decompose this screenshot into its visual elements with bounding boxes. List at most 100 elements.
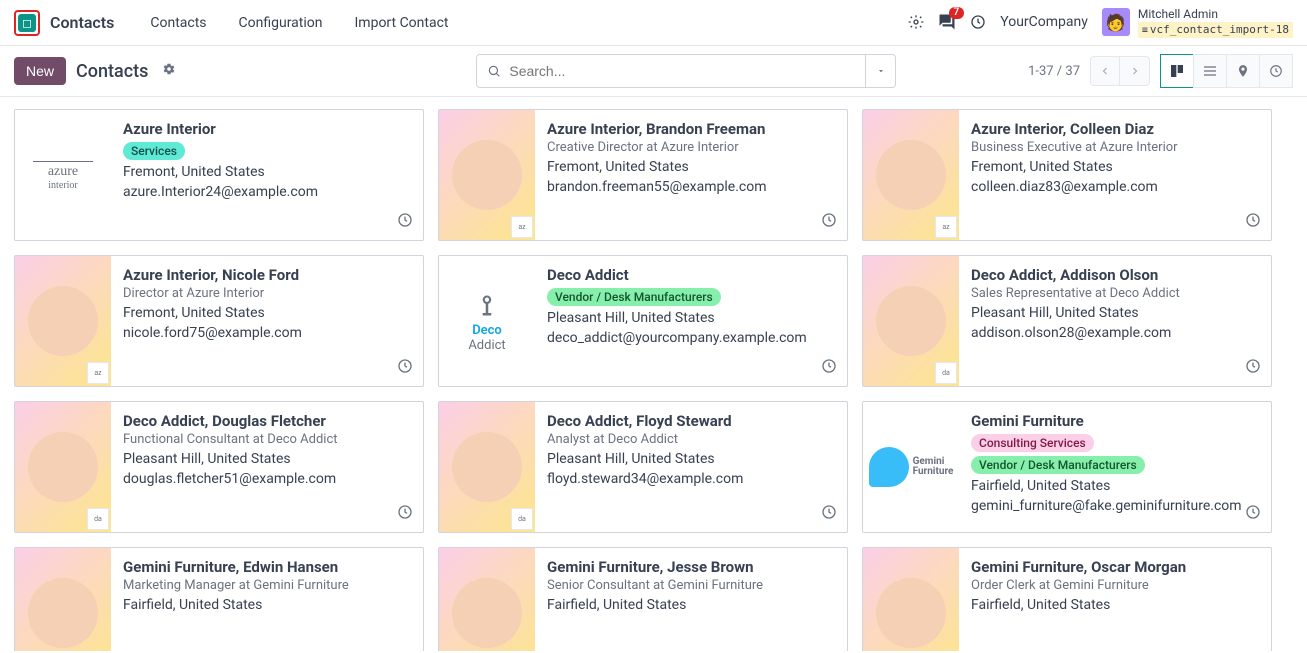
contact-email: gemini_furniture@fake.geminifurniture.co… — [971, 498, 1259, 514]
new-button[interactable]: New — [14, 57, 66, 85]
activity-clock-icon[interactable] — [397, 504, 413, 524]
contact-body: Azure Interior, Nicole FordDirector at A… — [111, 256, 423, 386]
search-options-toggle[interactable] — [866, 54, 896, 88]
contact-body: Gemini Furniture, Edwin HansenMarketing … — [111, 548, 423, 651]
contact-location: Fremont, United States — [123, 164, 411, 180]
contact-subtitle: Functional Consultant at Deco Addict — [123, 432, 411, 447]
contact-card[interactable]: azAzure Interior, Colleen DiazBusiness E… — [862, 109, 1272, 241]
activity-clock-icon[interactable] — [1245, 650, 1261, 651]
contact-card[interactable]: gfGemini Furniture, Oscar MorganOrder Cl… — [862, 547, 1272, 651]
debug-icon[interactable] — [908, 14, 924, 30]
user-avatar: 🧑 — [1102, 8, 1130, 36]
pager-text[interactable]: 1-37 / 37 — [1028, 64, 1080, 79]
contact-location: Fairfield, United States — [123, 597, 411, 613]
contact-location: Pleasant Hill, United States — [547, 451, 835, 467]
view-settings-icon[interactable] — [162, 62, 176, 80]
contact-card[interactable]: gfGemini Furniture, Edwin HansenMarketin… — [14, 547, 424, 651]
activity-clock-icon[interactable] — [1245, 358, 1261, 378]
activity-clock-icon[interactable] — [821, 212, 837, 232]
activity-clock-icon[interactable] — [1245, 504, 1261, 524]
activity-clock-icon[interactable] — [821, 358, 837, 378]
messages-badge: 7 — [949, 7, 965, 19]
contact-image: da — [863, 256, 959, 386]
contact-body: Deco Addict, Addison Olson Sales Represen… — [959, 256, 1271, 386]
nav-configuration[interactable]: Configuration — [225, 5, 337, 41]
breadcrumb: Contacts — [76, 61, 148, 82]
pager-next-button[interactable] — [1120, 56, 1150, 86]
chevron-left-icon — [1099, 65, 1111, 77]
contact-subtitle: Sales Representative at Deco Addict — [971, 286, 1259, 301]
user-menu[interactable]: 🧑 Mitchell Admin vcf_contact_import-18 — [1102, 7, 1293, 37]
contact-card[interactable]: daDeco Addict, Floyd StewardAnalyst at D… — [438, 401, 848, 533]
contact-card[interactable]: gfGemini Furniture, Jesse BrownSenior Co… — [438, 547, 848, 651]
activity-clock-icon[interactable] — [821, 504, 837, 524]
view-activity-button[interactable] — [1259, 54, 1293, 88]
contact-subtitle: Creative Director at Azure Interior — [547, 140, 835, 155]
contact-card[interactable]: azAzure Interior, Nicole FordDirector at… — [14, 255, 424, 387]
search-box[interactable] — [476, 54, 866, 88]
user-name: Mitchell Admin — [1138, 7, 1293, 21]
chevron-right-icon — [1129, 65, 1141, 77]
contact-card[interactable]: azAzure Interior, Brandon FreemanCreativ… — [438, 109, 848, 241]
app-logo[interactable]: ◻ — [14, 10, 40, 36]
messages-icon[interactable]: 7 — [938, 13, 956, 31]
contact-subtitle: Director at Azure Interior — [123, 286, 411, 301]
contact-tag: Consulting Services — [971, 434, 1094, 452]
map-pin-icon — [1236, 64, 1250, 78]
contact-body: Deco AddictVendor / Desk ManufacturersPl… — [535, 256, 847, 386]
contact-email: deco_addict@yourcompany.example.com — [547, 330, 835, 346]
contact-location: Fairfield, United States — [971, 478, 1259, 494]
contact-image: gf — [863, 548, 959, 651]
contact-image: azureinterior — [15, 110, 111, 240]
contact-card[interactable]: daDeco Addict, Douglas FletcherFunctiona… — [14, 401, 424, 533]
contact-image: gf — [439, 548, 535, 651]
contact-body: Azure InteriorServicesFremont, United St… — [111, 110, 423, 240]
activity-clock-icon[interactable] — [1245, 212, 1261, 232]
company-sublogo: az — [511, 216, 533, 238]
contact-body: Deco Addict, Floyd StewardAnalyst at Dec… — [535, 402, 847, 532]
contact-name: Azure Interior — [123, 120, 411, 138]
contact-card[interactable]: GeminiFurnitureGemini FurnitureConsultin… — [862, 401, 1272, 533]
activities-icon[interactable] — [970, 14, 986, 30]
contact-location: Fremont, United States — [547, 159, 835, 175]
contact-location: Fremont, United States — [971, 159, 1259, 175]
clock-icon — [1269, 64, 1283, 78]
contact-body: Azure Interior, Colleen DiazBusiness Exe… — [959, 110, 1271, 240]
contact-location: Fairfield, United States — [547, 597, 835, 613]
app-title: Contacts — [50, 13, 114, 32]
contact-body: Gemini Furniture, Oscar MorganOrder Cler… — [959, 548, 1271, 651]
contact-body: Azure Interior, Brandon FreemanCreative … — [535, 110, 847, 240]
company-selector[interactable]: YourCompany — [1000, 14, 1088, 30]
contact-card[interactable]: ⟟DecoAddictDeco AddictVendor / Desk Manu… — [438, 255, 848, 387]
contact-card[interactable]: azureinteriorAzure InteriorServicesFremo… — [14, 109, 424, 241]
activity-clock-icon[interactable] — [397, 358, 413, 378]
contact-subtitle: Senior Consultant at Gemini Furniture — [547, 578, 835, 593]
contact-image: da — [15, 402, 111, 532]
view-kanban-button[interactable] — [1160, 54, 1194, 88]
contact-card[interactable]: da Deco Addict, Addison Olson Sales Repres… — [862, 255, 1272, 387]
pager-prev-button[interactable] — [1090, 56, 1120, 86]
nav-contacts[interactable]: Contacts — [136, 5, 220, 41]
contact-subtitle: Business Executive at Azure Interior — [971, 140, 1259, 155]
activity-clock-icon[interactable] — [397, 650, 413, 651]
kanban-icon — [1169, 63, 1185, 79]
contact-tag: Vendor / Desk Manufacturers — [547, 288, 721, 306]
view-list-button[interactable] — [1193, 54, 1227, 88]
search-input[interactable] — [509, 63, 855, 79]
contact-location: Pleasant Hill, United States — [123, 451, 411, 467]
contact-name: Deco Addict, Addison Olson — [971, 266, 1259, 284]
nav-import-contact[interactable]: Import Contact — [341, 5, 463, 41]
activity-clock-icon[interactable] — [397, 212, 413, 232]
contact-image: gf — [15, 548, 111, 651]
view-map-button[interactable] — [1226, 54, 1260, 88]
contact-name: Deco Addict, Floyd Steward — [547, 412, 835, 430]
contact-body: Gemini Furniture, Jesse BrownSenior Cons… — [535, 548, 847, 651]
contact-body: Gemini FurnitureConsulting ServicesVendo… — [959, 402, 1271, 532]
activity-clock-icon[interactable] — [821, 650, 837, 651]
contact-subtitle: Marketing Manager at Gemini Furniture — [123, 578, 411, 593]
contact-name: Gemini Furniture, Oscar Morgan — [971, 558, 1259, 576]
contact-image: az — [15, 256, 111, 386]
contact-name: Gemini Furniture — [971, 412, 1259, 430]
company-sublogo: da — [935, 362, 957, 384]
contact-name: Deco Addict — [547, 266, 835, 284]
